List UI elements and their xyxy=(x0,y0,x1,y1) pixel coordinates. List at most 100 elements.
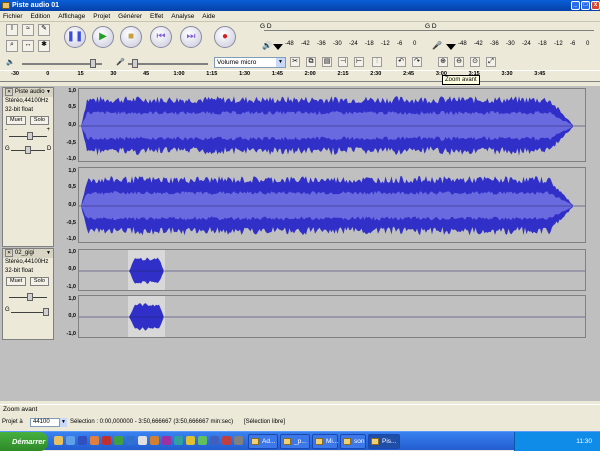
quicklaunch-icon[interactable] xyxy=(162,436,171,445)
menu-aide[interactable]: Aide xyxy=(199,11,218,22)
menu-projet[interactable]: Projet xyxy=(90,11,113,22)
menu-fichier[interactable]: Fichier xyxy=(0,11,26,22)
quicklaunch-icon[interactable] xyxy=(138,436,147,445)
fit-project-icon[interactable]: ⤢ xyxy=(486,57,496,67)
multi-tool-icon[interactable]: ✱ xyxy=(38,40,50,52)
menu-edition[interactable]: Edition xyxy=(27,11,53,22)
window-title: Piste audio 01 xyxy=(12,2,60,9)
gain-thumb[interactable] xyxy=(27,132,33,140)
solo-button[interactable]: Solo xyxy=(29,116,49,125)
track-close-icon[interactable]: ✕ xyxy=(5,88,14,96)
zoom-in-icon[interactable]: ⊕ xyxy=(438,57,448,67)
zoom-out-icon[interactable]: ⊖ xyxy=(454,57,464,67)
minimize-button[interactable]: _ xyxy=(571,1,580,10)
skip-start-button[interactable]: ⏮ xyxy=(150,26,172,48)
taskbar-item-label: Pis... xyxy=(382,438,397,445)
system-tray: 11:30 xyxy=(514,432,600,451)
quicklaunch-icon[interactable] xyxy=(234,436,243,445)
record-button[interactable]: ● xyxy=(214,26,236,48)
skip-end-button[interactable]: ⏭ xyxy=(180,26,202,48)
undo-icon[interactable]: ↶ xyxy=(396,57,406,67)
pan-thumb[interactable] xyxy=(43,308,49,316)
axis-label: -0,5 xyxy=(66,140,76,146)
quicklaunch-icon[interactable] xyxy=(126,436,135,445)
input-source-select[interactable]: Volume micro ▼ xyxy=(214,57,286,68)
quicklaunch-icon[interactable] xyxy=(90,436,99,445)
play-button[interactable]: ▶ xyxy=(92,26,114,48)
waveform-track2-channel1[interactable] xyxy=(78,249,586,291)
taskbar-item[interactable]: _p... xyxy=(280,434,310,449)
quicklaunch-icon[interactable] xyxy=(66,436,75,445)
cut-icon[interactable]: ✂ xyxy=(290,57,300,67)
quicklaunch-icon[interactable] xyxy=(114,436,123,445)
folder-icon xyxy=(343,438,351,445)
close-button[interactable]: x xyxy=(591,1,600,10)
quicklaunch-icon[interactable] xyxy=(186,436,195,445)
output-volume-thumb[interactable] xyxy=(90,59,96,68)
quicklaunch-icon[interactable] xyxy=(150,436,159,445)
quicklaunch-icon[interactable] xyxy=(222,436,231,445)
gain-minus-label: - xyxy=(5,127,7,133)
zoom-tool-icon[interactable]: ⌕ xyxy=(6,40,18,52)
track-header[interactable]: ✕ Piste audio ▼ xyxy=(3,88,53,97)
pan-thumb[interactable] xyxy=(25,146,31,154)
redo-icon[interactable]: ↷ xyxy=(412,57,422,67)
track-name[interactable]: 02_gigi xyxy=(15,250,34,256)
track-menu-icon[interactable]: ▼ xyxy=(46,88,51,97)
track-header[interactable]: ✕ 02_gigi ▼ xyxy=(3,249,53,258)
track-name[interactable]: Piste audio xyxy=(15,89,45,95)
start-button[interactable]: Démarrer xyxy=(0,432,48,451)
meter-scale-label: -36 xyxy=(490,41,499,47)
solo-button[interactable]: Solo xyxy=(29,277,49,286)
pause-button[interactable]: ❚❚ xyxy=(64,26,86,48)
copy-icon[interactable]: ⧉ xyxy=(306,57,316,67)
meter-scale-label: -12 xyxy=(381,41,390,47)
clock[interactable]: 11:30 xyxy=(576,438,592,445)
chevron-down-icon[interactable]: ▼ xyxy=(276,58,285,67)
taskbar-item-active[interactable]: Pis... xyxy=(368,434,400,449)
paste-icon[interactable]: ▤ xyxy=(322,57,332,67)
quicklaunch-icon[interactable] xyxy=(198,436,207,445)
window-titlebar[interactable]: Piste audio 01 _ □ x xyxy=(0,0,600,11)
quicklaunch-icon[interactable] xyxy=(210,436,219,445)
maximize-button[interactable]: □ xyxy=(581,1,590,10)
taskbar-item-label: _p... xyxy=(294,438,307,445)
taskbar-item[interactable]: Mi... xyxy=(312,434,338,449)
mute-button[interactable]: Muet xyxy=(6,116,27,125)
silence-icon[interactable]: ⊢ xyxy=(354,57,364,67)
taskbar-item[interactable]: son xyxy=(340,434,366,449)
fit-selection-icon[interactable]: ⊙ xyxy=(470,57,480,67)
input-volume-thumb[interactable] xyxy=(132,59,138,68)
quicklaunch-icon[interactable] xyxy=(174,436,183,445)
chevron-down-icon[interactable]: ▼ xyxy=(60,418,67,427)
waveform-track1-channel2[interactable] xyxy=(78,167,586,243)
menu-affichage[interactable]: Affichage xyxy=(55,11,88,22)
ruler-tick-label: 3:45 xyxy=(534,71,546,77)
timeline-ruler[interactable]: -30 0 15 30 45 1:00 1:15 1:30 1:45 2:00 2:15 2:30 2:… xyxy=(0,70,600,82)
input-volume-slider[interactable] xyxy=(128,63,208,65)
waveform-track2-channel2[interactable] xyxy=(78,295,586,338)
envelope-tool-icon[interactable]: ≈ xyxy=(22,24,34,36)
mute-button[interactable]: Muet xyxy=(6,277,27,286)
quicklaunch-icon[interactable] xyxy=(102,436,111,445)
menu-generer[interactable]: Générer xyxy=(115,11,145,22)
gain-thumb[interactable] xyxy=(27,293,33,301)
taskbar-item-label: Ad... xyxy=(262,438,276,445)
menu-effet[interactable]: Effet xyxy=(147,11,166,22)
split-icon[interactable]: ⫶ xyxy=(372,57,382,67)
quicklaunch-icon[interactable] xyxy=(54,436,63,445)
taskbar-item[interactable]: Ad... xyxy=(248,434,278,449)
track-close-icon[interactable]: ✕ xyxy=(5,249,14,257)
project-rate-input[interactable]: 44100 xyxy=(30,418,60,427)
timeshift-tool-icon[interactable]: ↔ xyxy=(22,40,34,52)
stop-button[interactable]: ■ xyxy=(120,26,142,48)
waveform-track1-channel1[interactable] xyxy=(78,88,586,162)
quicklaunch-icon[interactable] xyxy=(78,436,87,445)
trim-icon[interactable]: ⊣ xyxy=(338,57,348,67)
selection-tool-icon[interactable]: I xyxy=(6,24,18,36)
menu-analyse[interactable]: Analyse xyxy=(168,11,197,22)
draw-tool-icon[interactable]: ✎ xyxy=(38,24,50,36)
pan-slider[interactable] xyxy=(11,312,45,313)
track-menu-icon[interactable]: ▼ xyxy=(46,249,51,258)
app-icon xyxy=(2,2,10,9)
